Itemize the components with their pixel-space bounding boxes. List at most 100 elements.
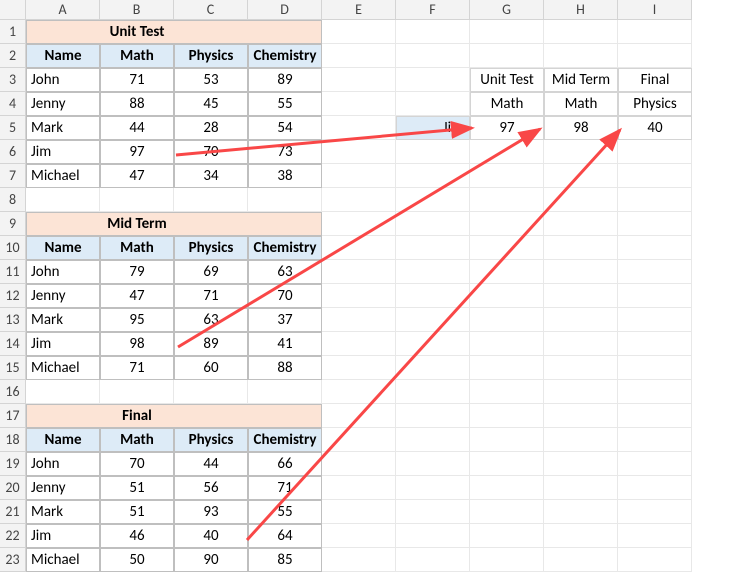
cell-7-5[interactable]: [322, 164, 396, 188]
cell-19-5[interactable]: [322, 452, 396, 476]
cell-16-2[interactable]: [100, 380, 174, 404]
t1-name-4[interactable]: Michael: [26, 164, 100, 188]
cell-12-8[interactable]: [544, 284, 618, 308]
cell-13-8[interactable]: [544, 308, 618, 332]
t3-math-0[interactable]: 70: [100, 452, 174, 476]
t2-chem-1[interactable]: 70: [248, 284, 322, 308]
cell-11-8[interactable]: [544, 260, 618, 284]
t2-phys-0[interactable]: 69: [174, 260, 248, 284]
cell-7-7[interactable]: [470, 164, 544, 188]
cell-19-7[interactable]: [470, 452, 544, 476]
row-header-7[interactable]: 7: [0, 164, 26, 188]
cell-23-8[interactable]: [544, 548, 618, 572]
cell-6-9[interactable]: [618, 140, 692, 164]
t2-math-4[interactable]: 71: [100, 356, 174, 380]
cell-10-7[interactable]: [470, 236, 544, 260]
col-header-C[interactable]: C: [174, 0, 248, 20]
sum-val-0[interactable]: 97: [470, 116, 544, 140]
cell-20-8[interactable]: [544, 476, 618, 500]
row-header-1[interactable]: 1: [0, 20, 26, 44]
t2-math-0[interactable]: 79: [100, 260, 174, 284]
cell-17-6[interactable]: [396, 404, 470, 428]
t1-math-2[interactable]: 44: [100, 116, 174, 140]
cell-7-8[interactable]: [544, 164, 618, 188]
cell-8-9[interactable]: [618, 188, 692, 212]
t2-name-0[interactable]: John: [26, 260, 100, 284]
t3-chem-0[interactable]: 66: [248, 452, 322, 476]
cell-11-7[interactable]: [470, 260, 544, 284]
row-header-8[interactable]: 8: [0, 188, 26, 212]
cell-9-7[interactable]: [470, 212, 544, 236]
cell-15-6[interactable]: [396, 356, 470, 380]
t3-name-0[interactable]: John: [26, 452, 100, 476]
t1-name-0[interactable]: John: [26, 68, 100, 92]
t3-math-2[interactable]: 51: [100, 500, 174, 524]
cell-7-9[interactable]: [618, 164, 692, 188]
cell-1-5[interactable]: [322, 20, 396, 44]
t1-chem-4[interactable]: 38: [248, 164, 322, 188]
t2-phys-1[interactable]: 71: [174, 284, 248, 308]
cell-16-7[interactable]: [470, 380, 544, 404]
cell-9-8[interactable]: [544, 212, 618, 236]
t3-chem-2[interactable]: 55: [248, 500, 322, 524]
t3-math-1[interactable]: 51: [100, 476, 174, 500]
t2-chem-3[interactable]: 41: [248, 332, 322, 356]
cell-2-6[interactable]: [396, 44, 470, 68]
cell-3-6[interactable]: [396, 68, 470, 92]
cell-17-9[interactable]: [618, 404, 692, 428]
cell-2-5[interactable]: [322, 44, 396, 68]
cell-14-9[interactable]: [618, 332, 692, 356]
row-header-17[interactable]: 17: [0, 404, 26, 428]
cell-8-4[interactable]: [248, 188, 322, 212]
cell-13-9[interactable]: [618, 308, 692, 332]
cell-12-5[interactable]: [322, 284, 396, 308]
cell-8-3[interactable]: [174, 188, 248, 212]
t3-math-3[interactable]: 46: [100, 524, 174, 548]
cell-11-9[interactable]: [618, 260, 692, 284]
cell-1-7[interactable]: [470, 20, 544, 44]
t1-name-2[interactable]: Mark: [26, 116, 100, 140]
cell-18-8[interactable]: [544, 428, 618, 452]
t2-phys-3[interactable]: 89: [174, 332, 248, 356]
cell-14-8[interactable]: [544, 332, 618, 356]
cell-11-5[interactable]: [322, 260, 396, 284]
t2-chem-0[interactable]: 63: [248, 260, 322, 284]
sum-val-1[interactable]: 98: [544, 116, 618, 140]
cell-21-5[interactable]: [322, 500, 396, 524]
cell-21-6[interactable]: [396, 500, 470, 524]
cell-2-9[interactable]: [618, 44, 692, 68]
cell-8-1[interactable]: [26, 188, 100, 212]
cell-16-9[interactable]: [618, 380, 692, 404]
t1-chem-0[interactable]: 89: [248, 68, 322, 92]
col-header-I[interactable]: I: [618, 0, 692, 20]
cell-7-6[interactable]: [396, 164, 470, 188]
t3-name-1[interactable]: Jenny: [26, 476, 100, 500]
cell-20-7[interactable]: [470, 476, 544, 500]
t1-phys-1[interactable]: 45: [174, 92, 248, 116]
t1-math-4[interactable]: 47: [100, 164, 174, 188]
cell-15-8[interactable]: [544, 356, 618, 380]
t2-name-1[interactable]: Jenny: [26, 284, 100, 308]
cell-22-7[interactable]: [470, 524, 544, 548]
cell-13-7[interactable]: [470, 308, 544, 332]
cell-14-6[interactable]: [396, 332, 470, 356]
cell-9-6[interactable]: [396, 212, 470, 236]
t2-chem-4[interactable]: 88: [248, 356, 322, 380]
t1-phys-2[interactable]: 28: [174, 116, 248, 140]
cell-17-8[interactable]: [544, 404, 618, 428]
cell-10-5[interactable]: [322, 236, 396, 260]
cell-18-9[interactable]: [618, 428, 692, 452]
cell-17-5[interactable]: [322, 404, 396, 428]
cell-11-6[interactable]: [396, 260, 470, 284]
t1-name-1[interactable]: Jenny: [26, 92, 100, 116]
col-header-A[interactable]: A: [26, 0, 100, 20]
t2-math-2[interactable]: 95: [100, 308, 174, 332]
cell-5-5[interactable]: [322, 116, 396, 140]
row-header-21[interactable]: 21: [0, 500, 26, 524]
t3-phys-0[interactable]: 44: [174, 452, 248, 476]
t1-chem-1[interactable]: 55: [248, 92, 322, 116]
cell-10-8[interactable]: [544, 236, 618, 260]
t2-name-3[interactable]: Jim: [26, 332, 100, 356]
cell-22-6[interactable]: [396, 524, 470, 548]
row-header-3[interactable]: 3: [0, 68, 26, 92]
